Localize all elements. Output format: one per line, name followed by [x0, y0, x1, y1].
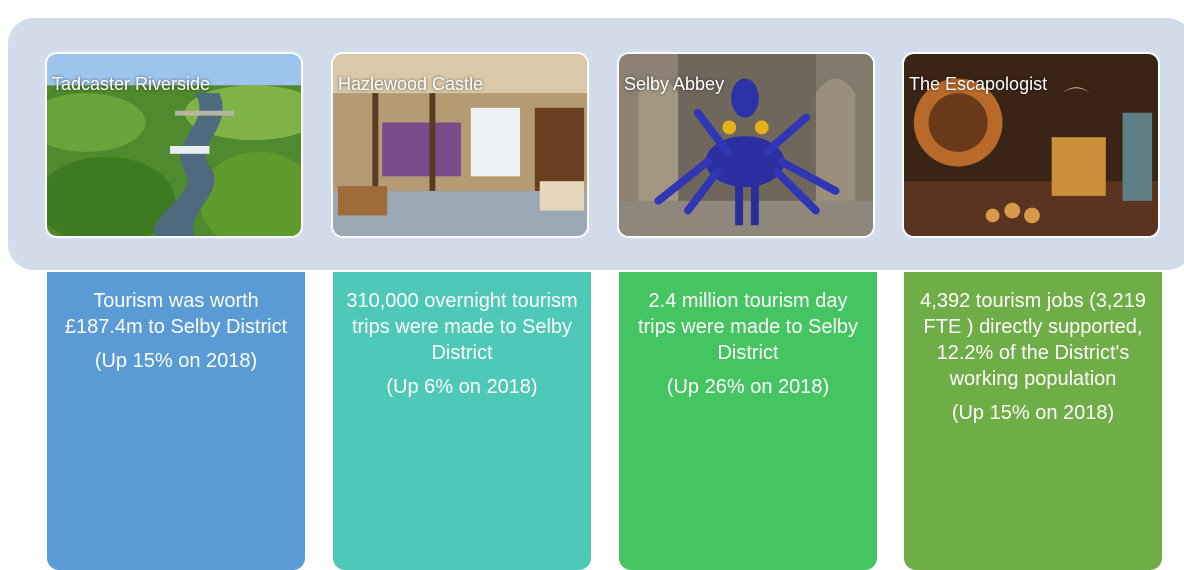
stat-note: (Up 26% on 2018)	[666, 376, 830, 398]
stat-note: (Up 15% on 2018)	[951, 402, 1115, 424]
stat-note: (Up 6% on 2018)	[386, 376, 538, 398]
stat-text: 310,000 overnight tourism trips were mad…	[346, 290, 578, 364]
photo-the-escapologist: The Escapologist	[902, 52, 1160, 238]
photo-caption: The Escapologist	[909, 74, 1048, 94]
stat-note: (Up 15% on 2018)	[94, 350, 258, 372]
photo-selby-abbey: Selby Abbey	[617, 52, 875, 238]
photo-caption: Tadcaster Riverside	[52, 74, 211, 94]
stat-text: Tourism was worth £187.4m to Selby Distr…	[64, 290, 288, 338]
stat-card-overnight-trips: 310,000 overnight tourism trips were mad…	[333, 272, 591, 570]
photo-caption: Selby Abbey	[624, 74, 725, 94]
photo-tadcaster-riverside: Tadcaster Riverside	[45, 52, 303, 238]
stat-text: 2.4 million tourism day trips were made …	[637, 290, 859, 364]
photo-hazlewood-castle: Hazlewood Castle	[331, 52, 589, 238]
stat-card-tourism-value: Tourism was worth £187.4m to Selby Distr…	[47, 272, 305, 570]
stat-card-day-trips: 2.4 million tourism day trips were made …	[619, 272, 877, 570]
photo-caption: Hazlewood Castle	[338, 74, 484, 94]
stat-text: 4,392 tourism jobs (3,219 FTE ) directly…	[920, 290, 1146, 390]
stat-card-tourism-jobs: 4,392 tourism jobs (3,219 FTE ) directly…	[904, 272, 1162, 570]
